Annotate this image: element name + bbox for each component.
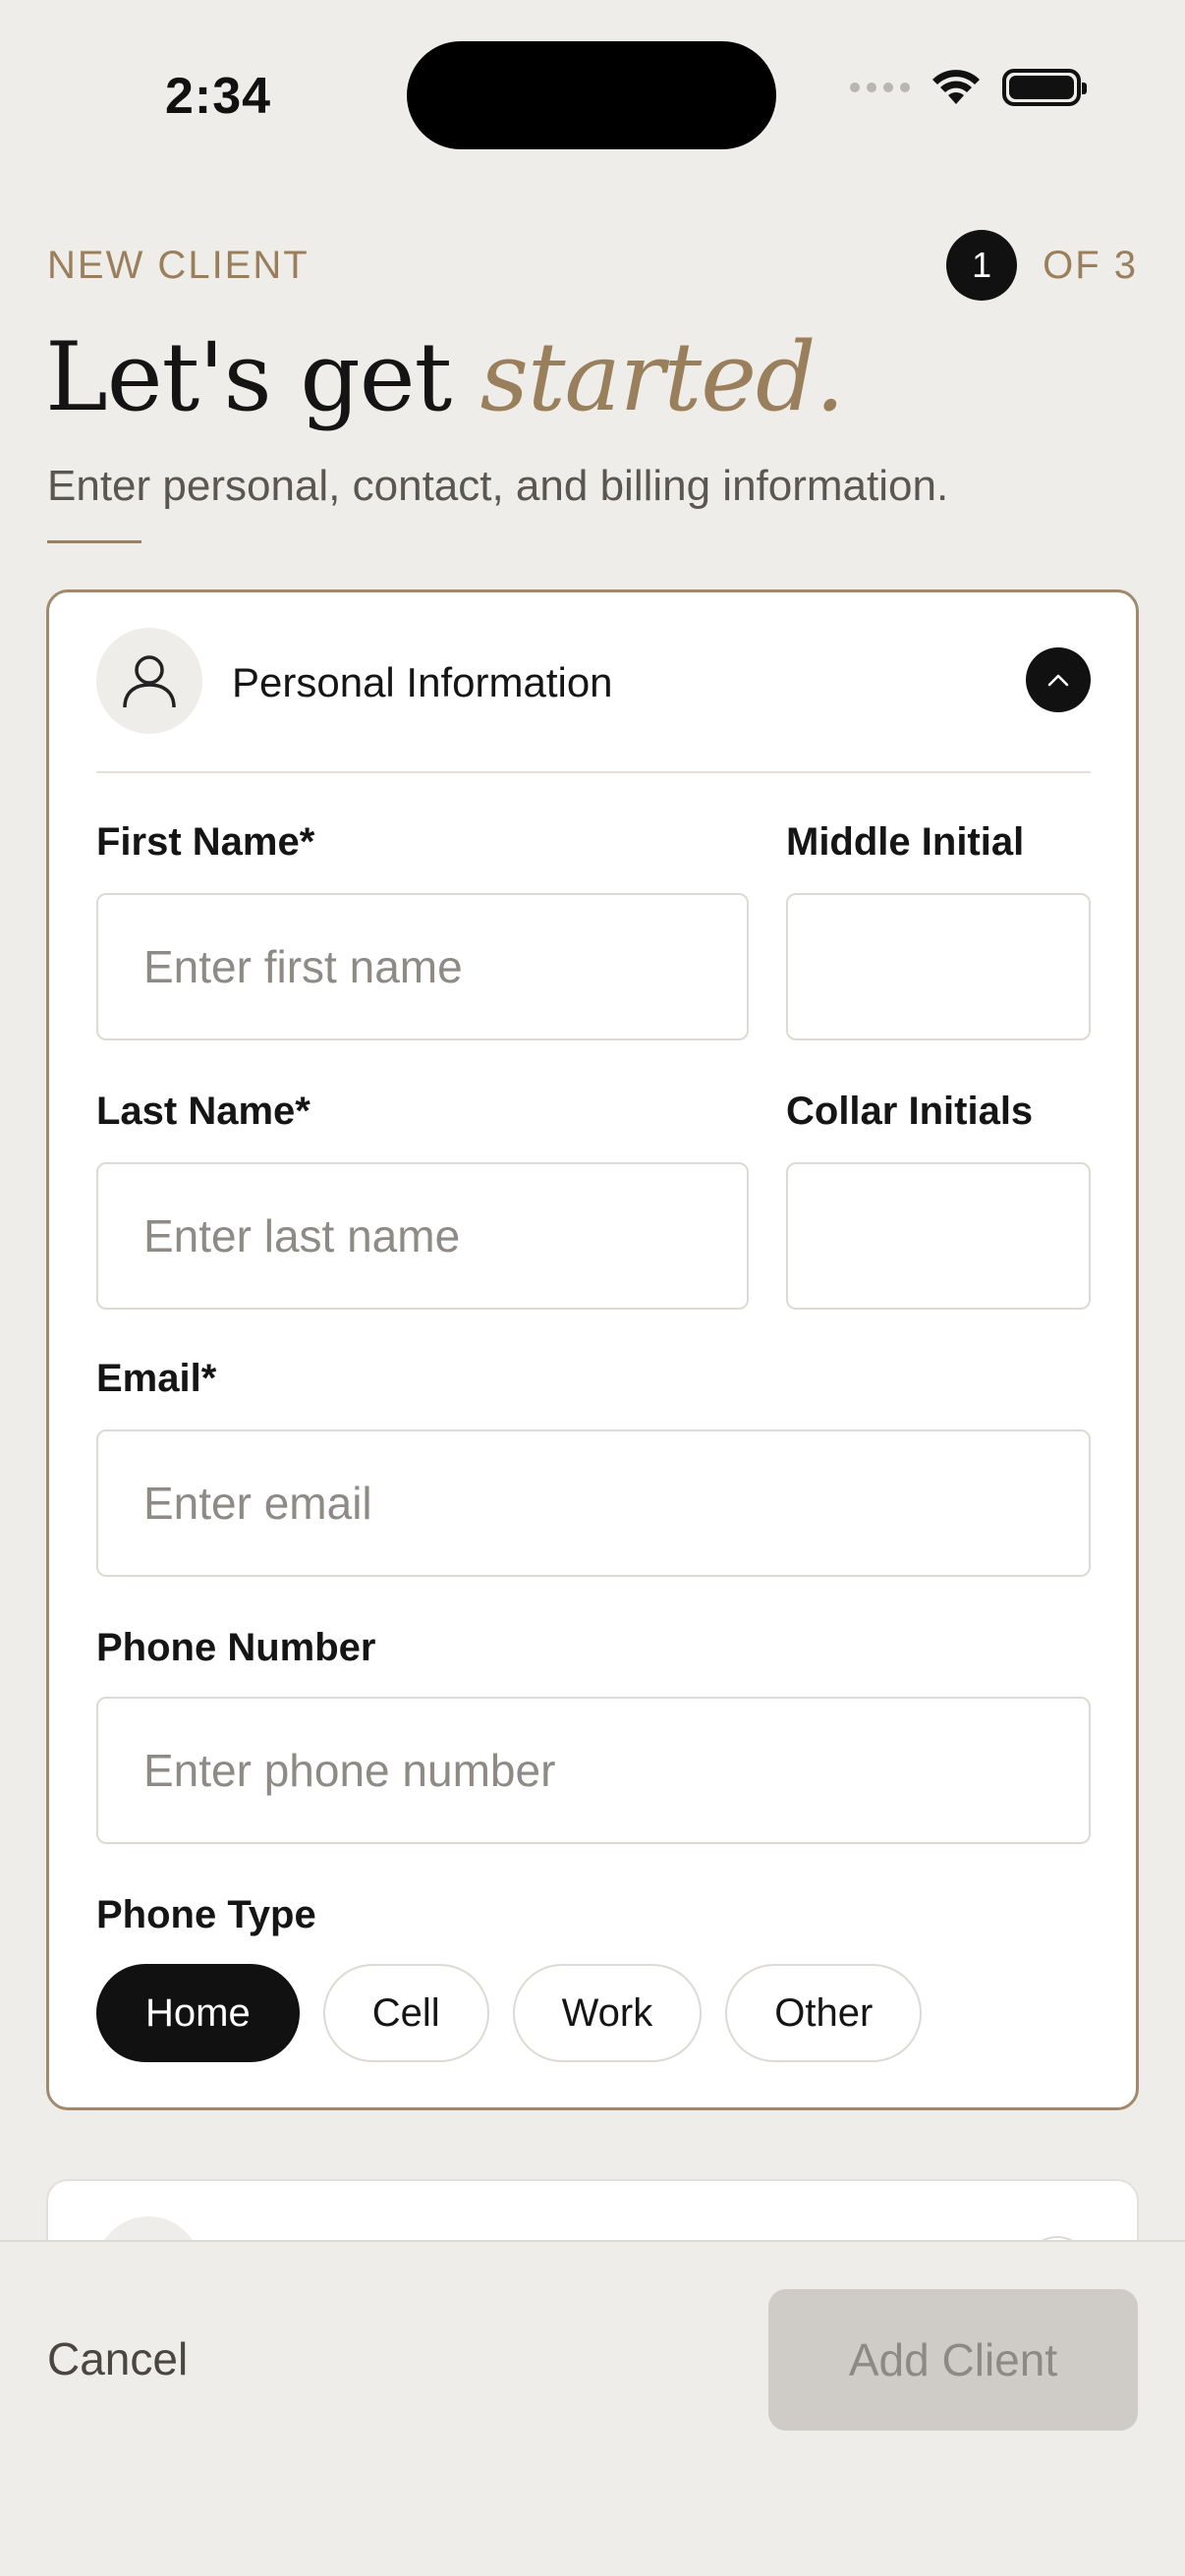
- phone-number-input[interactable]: [96, 1697, 1091, 1844]
- card-header[interactable]: Personal Information: [96, 628, 1091, 773]
- step-current-badge: 1: [946, 230, 1018, 301]
- page-title: Let's get started.: [45, 322, 845, 432]
- email-input[interactable]: [96, 1429, 1091, 1577]
- cellular-signal-icon: [850, 83, 910, 92]
- chevron-up-icon: [1047, 674, 1069, 687]
- status-bar: 2:34: [0, 0, 1185, 187]
- wifi-icon: [932, 70, 980, 104]
- phone-type-label: Phone Type: [96, 1893, 316, 1936]
- last-name-input[interactable]: [96, 1162, 749, 1310]
- status-time: 2:34: [165, 68, 272, 125]
- step-total: OF 3: [1043, 243, 1138, 287]
- headline-main: Let's get: [45, 322, 480, 432]
- phone-type-other-chip[interactable]: Other: [725, 1964, 923, 2062]
- avatar: [96, 628, 202, 734]
- collar-initials-label: Collar Initials: [786, 1090, 1034, 1133]
- status-icons: [850, 69, 1087, 106]
- page-subtitle: Enter personal, contact, and billing inf…: [47, 462, 949, 510]
- step-indicator: 1 OF 3: [946, 230, 1138, 301]
- eyebrow-label: NEW CLIENT: [47, 244, 310, 287]
- add-client-button[interactable]: Add Client: [768, 2289, 1138, 2431]
- person-icon: [123, 655, 176, 708]
- accent-divider: [47, 540, 141, 543]
- collapse-section-button[interactable]: [1026, 647, 1091, 712]
- personal-information-card: Personal Information First Name* Middle …: [46, 589, 1139, 2110]
- cancel-button[interactable]: Cancel: [47, 2332, 188, 2385]
- middle-initial-label: Middle Initial: [786, 820, 1025, 864]
- last-name-label: Last Name*: [96, 1090, 310, 1133]
- middle-initial-input[interactable]: [786, 893, 1091, 1040]
- dynamic-island: [407, 41, 776, 149]
- card-title: Personal Information: [232, 659, 613, 705]
- first-name-label: First Name*: [96, 820, 315, 864]
- phone-type-options: Home Cell Work Other: [96, 1964, 923, 2062]
- collar-initials-input[interactable]: [786, 1162, 1091, 1310]
- battery-icon: [1002, 69, 1087, 106]
- first-name-input[interactable]: [96, 893, 749, 1040]
- phone-type-home-chip[interactable]: Home: [96, 1964, 300, 2062]
- phone-number-label: Phone Number: [96, 1626, 376, 1669]
- phone-type-work-chip[interactable]: Work: [512, 1964, 703, 2062]
- bottom-action-bar: Cancel Add Client: [0, 2240, 1185, 2576]
- email-label: Email*: [96, 1357, 217, 1400]
- headline-accent: started.: [480, 322, 845, 432]
- phone-type-cell-chip[interactable]: Cell: [322, 1964, 489, 2062]
